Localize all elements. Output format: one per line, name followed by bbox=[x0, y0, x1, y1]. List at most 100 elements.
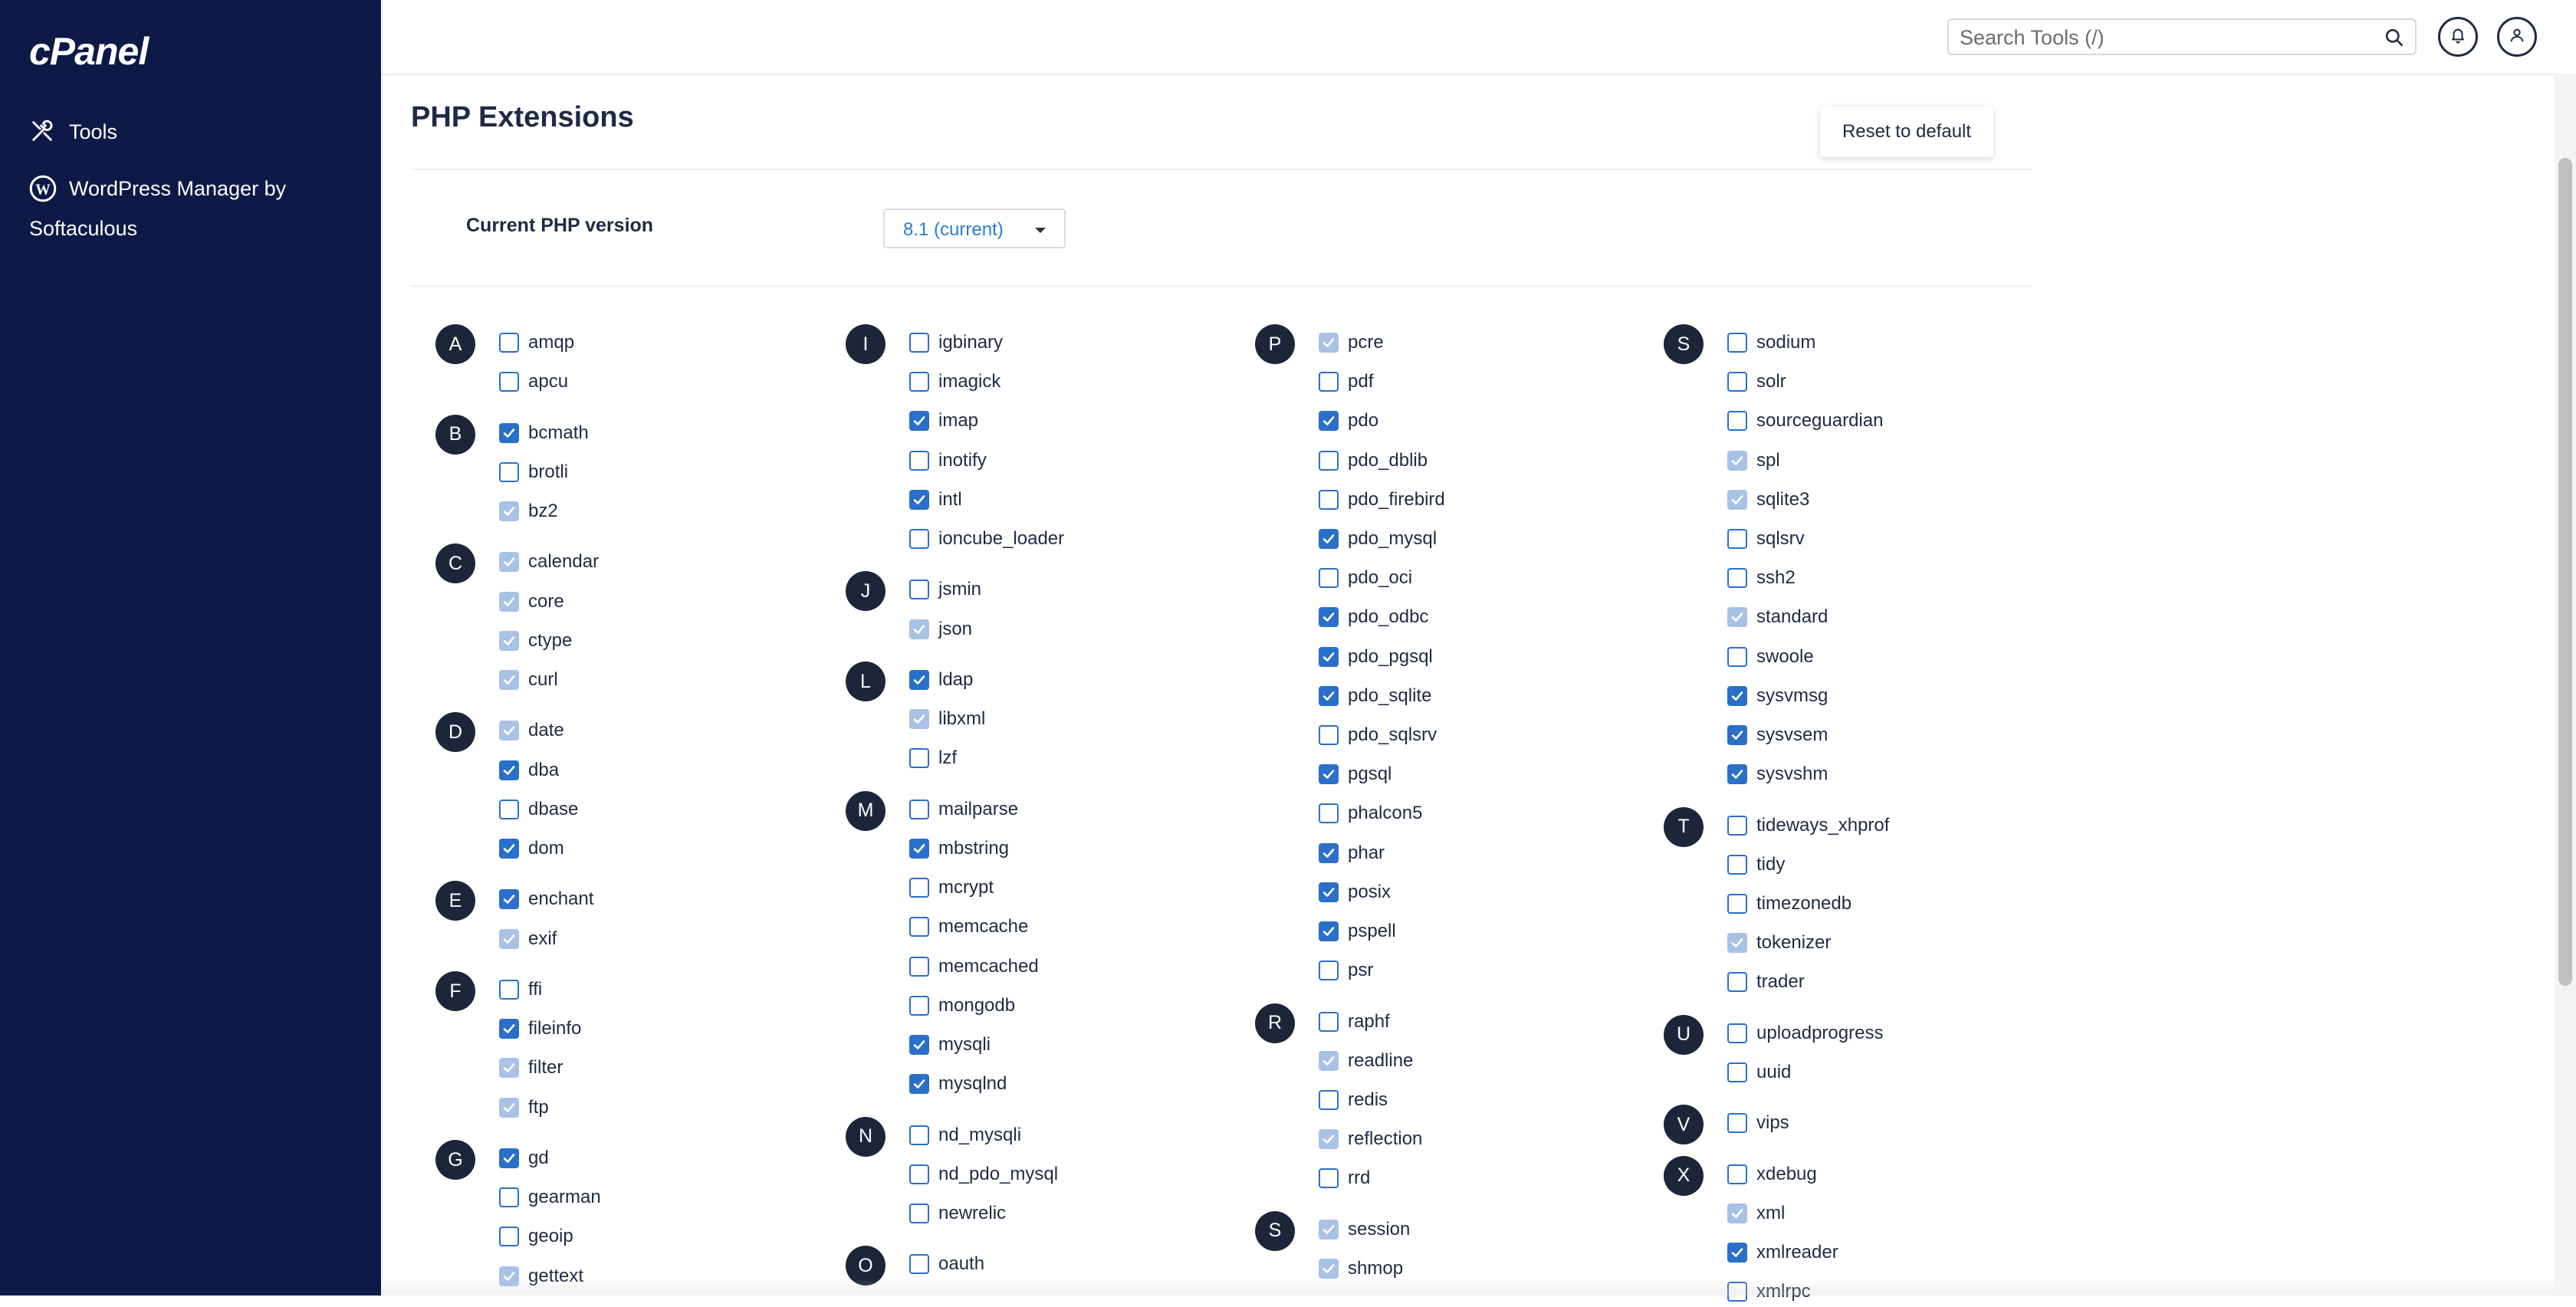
extension-curl[interactable]: curl bbox=[499, 665, 558, 695]
extension-dom[interactable]: dom bbox=[499, 833, 564, 864]
extension-checkbox[interactable] bbox=[1319, 529, 1339, 549]
cpanel-logo[interactable]: cPanel bbox=[29, 29, 149, 74]
extension-pdo_dblib[interactable]: pdo_dblib bbox=[1319, 445, 1428, 476]
extension-tokenizer[interactable]: tokenizer bbox=[1727, 928, 1831, 958]
extension-checkbox[interactable] bbox=[1727, 725, 1747, 745]
extension-phar[interactable]: phar bbox=[1319, 838, 1385, 869]
extension-mailparse[interactable]: mailparse bbox=[909, 794, 1018, 825]
extension-pdo_pgsql[interactable]: pdo_pgsql bbox=[1319, 642, 1433, 672]
extension-checkbox[interactable] bbox=[1319, 607, 1339, 628]
search-icon[interactable] bbox=[2384, 28, 2404, 48]
extension-newrelic[interactable]: newrelic bbox=[909, 1198, 1006, 1229]
extension-pdo_oci[interactable]: pdo_oci bbox=[1319, 563, 1412, 593]
extension-checkbox[interactable] bbox=[499, 1019, 519, 1039]
extension-checkbox[interactable] bbox=[909, 839, 929, 859]
extension-ffi[interactable]: ffi bbox=[499, 974, 542, 1005]
extension-geoip[interactable]: geoip bbox=[499, 1221, 573, 1252]
extension-checkbox[interactable] bbox=[1727, 815, 1747, 836]
extension-checkbox[interactable] bbox=[1727, 646, 1747, 667]
extension-checkbox[interactable] bbox=[909, 917, 929, 938]
extension-nd_pdo_mysql[interactable]: nd_pdo_mysql bbox=[909, 1159, 1058, 1190]
extension-enchant[interactable]: enchant bbox=[499, 884, 593, 915]
extension-pdo_mysql[interactable]: pdo_mysql bbox=[1319, 524, 1437, 554]
extension-rrd[interactable]: rrd bbox=[1319, 1163, 1370, 1194]
extension-dbase[interactable]: dbase bbox=[499, 794, 578, 825]
extension-ldap[interactable]: ldap bbox=[909, 665, 973, 695]
extension-memcache[interactable]: memcache bbox=[909, 911, 1028, 942]
extension-session[interactable]: session bbox=[1319, 1214, 1410, 1245]
extension-checkbox[interactable] bbox=[1727, 529, 1747, 549]
extension-mysqlnd[interactable]: mysqlnd bbox=[909, 1069, 1007, 1099]
extension-ctype[interactable]: ctype bbox=[499, 626, 572, 656]
extension-checkbox[interactable] bbox=[1319, 1168, 1339, 1189]
sidebar-item-tools[interactable]: Tools bbox=[29, 112, 117, 152]
extension-checkbox[interactable] bbox=[499, 1227, 519, 1247]
extension-checkbox[interactable] bbox=[1319, 803, 1339, 824]
extension-mongodb[interactable]: mongodb bbox=[909, 990, 1015, 1021]
extension-checkbox[interactable] bbox=[1319, 450, 1339, 471]
extension-checkbox[interactable] bbox=[1727, 1023, 1747, 1043]
extension-solr[interactable]: solr bbox=[1727, 366, 1786, 397]
extension-checkbox[interactable] bbox=[909, 1125, 929, 1145]
extension-checkbox[interactable] bbox=[1727, 854, 1747, 875]
extension-checkbox[interactable] bbox=[909, 450, 929, 471]
extension-pcre[interactable]: pcre bbox=[1319, 327, 1384, 358]
extension-raphf[interactable]: raphf bbox=[1319, 1007, 1390, 1037]
search-box[interactable] bbox=[1947, 18, 2417, 55]
extension-brotli[interactable]: brotli bbox=[499, 457, 568, 488]
extension-trader[interactable]: trader bbox=[1727, 967, 1805, 997]
extension-reflection[interactable]: reflection bbox=[1319, 1124, 1422, 1154]
extension-redis[interactable]: redis bbox=[1319, 1085, 1388, 1115]
extension-pdf[interactable]: pdf bbox=[1319, 366, 1373, 397]
page-scrollbar[interactable] bbox=[2555, 74, 2576, 1296]
extension-checkbox[interactable] bbox=[499, 1187, 519, 1208]
extension-checkbox[interactable] bbox=[1319, 646, 1339, 667]
extension-checkbox[interactable] bbox=[1319, 842, 1339, 863]
extension-pdo_firebird[interactable]: pdo_firebird bbox=[1319, 484, 1445, 515]
extension-psr[interactable]: psr bbox=[1319, 955, 1373, 986]
scrollbar-thumb[interactable] bbox=[2558, 158, 2572, 986]
extension-bcmath[interactable]: bcmath bbox=[499, 418, 589, 448]
extension-intl[interactable]: intl bbox=[909, 484, 962, 515]
extension-checkbox[interactable] bbox=[909, 1204, 929, 1223]
user-menu-button[interactable] bbox=[2497, 17, 2537, 57]
extension-spl[interactable]: spl bbox=[1727, 445, 1780, 476]
extension-xml[interactable]: xml bbox=[1727, 1198, 1785, 1229]
extension-checkbox[interactable] bbox=[1727, 764, 1747, 785]
extension-calendar[interactable]: calendar bbox=[499, 547, 599, 577]
extension-checkbox[interactable] bbox=[909, 878, 929, 898]
search-input[interactable] bbox=[1958, 25, 2375, 51]
extension-checkbox[interactable] bbox=[1319, 1011, 1339, 1032]
extension-checkbox[interactable] bbox=[909, 333, 929, 353]
extension-gd[interactable]: gd bbox=[499, 1143, 549, 1174]
extension-checkbox[interactable] bbox=[499, 422, 519, 443]
extension-pspell[interactable]: pspell bbox=[1319, 916, 1396, 947]
extension-checkbox[interactable] bbox=[1319, 764, 1339, 785]
extension-libxml[interactable]: libxml bbox=[909, 704, 985, 734]
extension-memcached[interactable]: memcached bbox=[909, 951, 1039, 982]
notifications-button[interactable] bbox=[2438, 17, 2478, 57]
extension-standard[interactable]: standard bbox=[1727, 602, 1828, 632]
extension-checkbox[interactable] bbox=[1319, 685, 1339, 706]
extension-checkbox[interactable] bbox=[909, 799, 929, 819]
extension-checkbox[interactable] bbox=[1319, 921, 1339, 941]
extension-checkbox[interactable] bbox=[499, 760, 519, 780]
php-version-select[interactable]: 8.1 (current) bbox=[883, 209, 1066, 248]
extension-checkbox[interactable] bbox=[909, 1164, 929, 1184]
extension-checkbox[interactable] bbox=[909, 995, 929, 1016]
extension-uuid[interactable]: uuid bbox=[1727, 1057, 1791, 1088]
extension-checkbox[interactable] bbox=[1727, 894, 1747, 914]
extension-imap[interactable]: imap bbox=[909, 406, 978, 436]
extension-checkbox[interactable] bbox=[1727, 333, 1747, 353]
extension-jsmin[interactable]: jsmin bbox=[909, 574, 981, 605]
extension-date[interactable]: date bbox=[499, 715, 564, 746]
extension-oauth[interactable]: oauth bbox=[909, 1249, 984, 1279]
extension-checkbox[interactable] bbox=[909, 411, 929, 432]
extension-tideways_xhprof[interactable]: tideways_xhprof bbox=[1727, 810, 1889, 841]
extension-checkbox[interactable] bbox=[499, 799, 519, 819]
extension-checkbox[interactable] bbox=[499, 839, 519, 859]
extension-mbstring[interactable]: mbstring bbox=[909, 833, 1009, 864]
extension-pdo[interactable]: pdo bbox=[1319, 406, 1378, 436]
extension-readline[interactable]: readline bbox=[1319, 1046, 1413, 1076]
extension-checkbox[interactable] bbox=[499, 333, 519, 353]
